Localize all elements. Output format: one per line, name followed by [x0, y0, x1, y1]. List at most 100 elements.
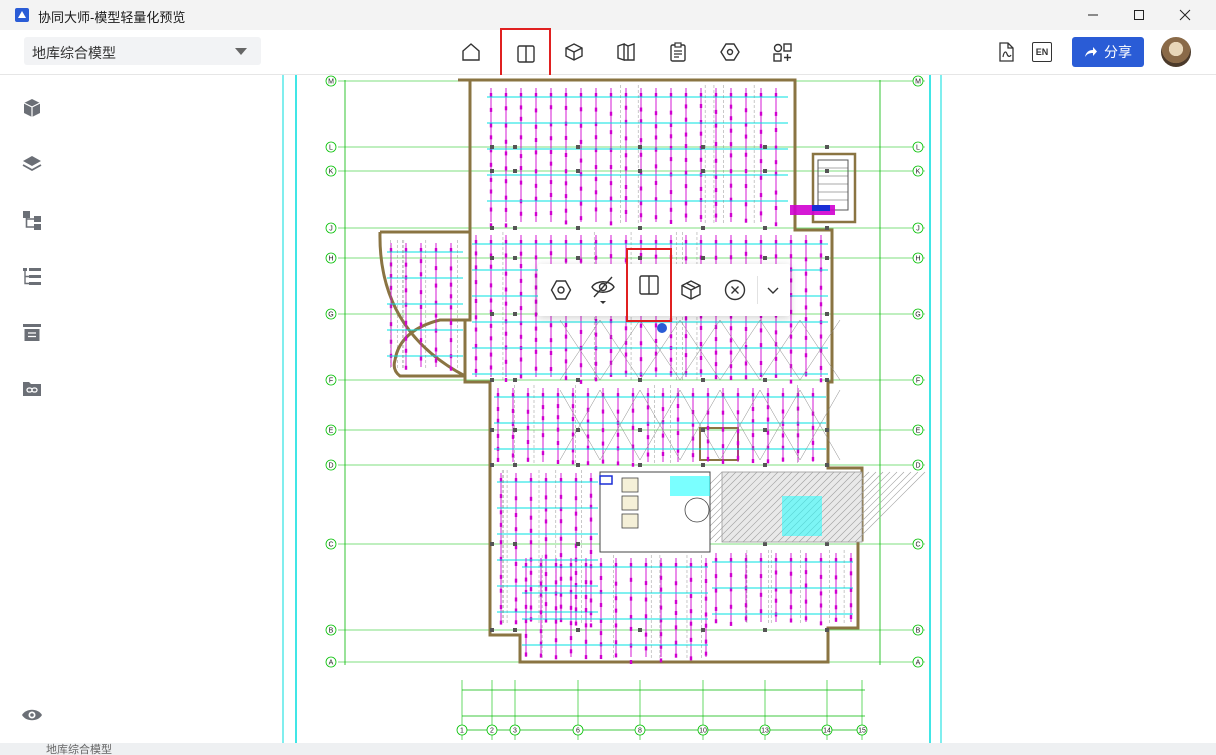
share-button[interactable]: 分享: [1072, 37, 1144, 67]
ghost-model-select: 地库综合模型: [46, 744, 112, 755]
settings-button[interactable]: [714, 36, 746, 68]
grid-row-marker: D: [912, 459, 924, 471]
hexagon-settings-icon: [720, 43, 740, 61]
list-tree-icon: [23, 268, 41, 285]
grid-row-marker: K: [912, 165, 924, 177]
grid-row-marker: L: [912, 141, 924, 153]
grid-row-label: D: [915, 463, 920, 470]
grid-col-marker: 2: [486, 724, 498, 736]
grid-row-label: G: [328, 312, 333, 319]
sidebar-item-list[interactable]: [16, 260, 48, 292]
hide-eye-icon: [591, 276, 615, 304]
grid-col-label: 15: [858, 728, 866, 735]
avatar[interactable]: [1161, 37, 1191, 67]
float-section-box-button[interactable]: [670, 264, 712, 316]
grid-row-marker: B: [325, 624, 337, 636]
floor-plan-button[interactable]: [610, 36, 642, 68]
grid-row-label: A: [329, 660, 334, 667]
sidebar-item-layers[interactable]: [16, 148, 48, 180]
float-hide-button[interactable]: [582, 264, 624, 316]
grid-col-marker: 10: [697, 724, 709, 736]
grid-row-label: G: [915, 312, 920, 319]
cube-icon: [23, 99, 41, 117]
tree-structure-icon: [23, 211, 41, 230]
grid-col-label: 14: [823, 728, 831, 735]
grid-row-marker: M: [912, 75, 924, 87]
grid-row-marker: G: [912, 308, 924, 320]
float-settings-button[interactable]: [540, 264, 582, 316]
components-icon: [773, 43, 792, 62]
grid-col-label: 6: [576, 728, 580, 735]
grid-row-label: E: [329, 428, 334, 435]
split-view-icon: [516, 45, 535, 63]
visibility-toggle[interactable]: [16, 699, 48, 731]
language-en-icon: EN: [1032, 42, 1052, 62]
grid-col-marker: 14: [821, 724, 833, 736]
grid-row-marker: G: [325, 308, 337, 320]
background-window-strip: 地库综合模型: [0, 743, 1216, 755]
grid-row-marker: E: [325, 424, 337, 436]
minimize-button[interactable]: [1070, 0, 1116, 30]
cad-floor-plan-viewport[interactable]: M M L L K K J J H H G G F F E E D D C C B B A A 1 2 3 6 8 10 13 14 15: [56, 75, 1216, 755]
link-folder-icon: [23, 382, 41, 396]
grid-row-marker: J: [325, 222, 337, 234]
grid-row-label: D: [328, 463, 333, 470]
chevron-down-icon: [767, 287, 779, 294]
home-button[interactable]: [455, 36, 487, 68]
grid-row-label: L: [916, 145, 920, 152]
sidebar-item-model[interactable]: [16, 92, 48, 124]
grid-row-marker: E: [912, 424, 924, 436]
grid-row-marker: D: [325, 459, 337, 471]
grid-row-label: J: [329, 226, 333, 233]
floor-plan-icon: [617, 43, 635, 61]
grid-row-marker: F: [325, 374, 337, 386]
close-button[interactable]: [1162, 0, 1208, 30]
grid-row-label: L: [329, 145, 333, 152]
maximize-icon: [1134, 10, 1144, 20]
floating-toolbar: [538, 248, 790, 322]
float-more-button[interactable]: [758, 264, 788, 316]
grid-col-label: 3: [513, 728, 517, 735]
box-section-icon: [681, 280, 701, 300]
properties-button[interactable]: [662, 36, 694, 68]
grid-row-label: C: [915, 542, 920, 549]
grid-col-marker: 8: [634, 724, 646, 736]
grid-row-label: F: [329, 378, 333, 385]
grid-row-marker: C: [912, 538, 924, 550]
grid-row-label: J: [916, 226, 920, 233]
grid-row-marker: A: [325, 656, 337, 668]
grid-row-marker: F: [912, 374, 924, 386]
language-button[interactable]: EN: [1026, 36, 1058, 68]
grid-col-marker: 1: [456, 724, 468, 736]
close-circle-icon: [724, 279, 746, 301]
components-button[interactable]: [766, 36, 798, 68]
sidebar-item-archive[interactable]: [16, 316, 48, 348]
grid-row-label: E: [916, 428, 921, 435]
close-icon: [1179, 9, 1191, 21]
pdf-export-button[interactable]: [990, 36, 1022, 68]
grid-row-marker: L: [325, 141, 337, 153]
model-view-button[interactable]: [558, 36, 590, 68]
float-close-button[interactable]: [714, 264, 756, 316]
grid-row-marker: C: [325, 538, 337, 550]
grid-col-label: 1: [460, 728, 464, 735]
model-select-dropdown[interactable]: 地库综合模型: [24, 37, 261, 65]
split-view-button[interactable]: [500, 28, 551, 80]
grid-col-marker: 15: [856, 724, 868, 736]
grid-row-marker: H: [912, 252, 924, 264]
layers-icon: [22, 156, 42, 172]
grid-col-marker: 6: [572, 724, 584, 736]
float-split-view-button[interactable]: [626, 248, 672, 322]
sidebar-item-structure[interactable]: [16, 204, 48, 236]
grid-row-label: K: [329, 169, 334, 176]
grid-row-marker: K: [325, 165, 337, 177]
archive-icon: [23, 324, 41, 341]
grid-row-label: F: [916, 378, 920, 385]
pdf-export-icon: [999, 42, 1014, 62]
split-view-icon: [639, 275, 659, 295]
maximize-button[interactable]: [1116, 0, 1162, 30]
sidebar-item-links[interactable]: [16, 372, 48, 404]
grid-row-label: B: [329, 628, 334, 635]
grid-row-marker: H: [325, 252, 337, 264]
hex-settings-icon: [550, 280, 572, 300]
